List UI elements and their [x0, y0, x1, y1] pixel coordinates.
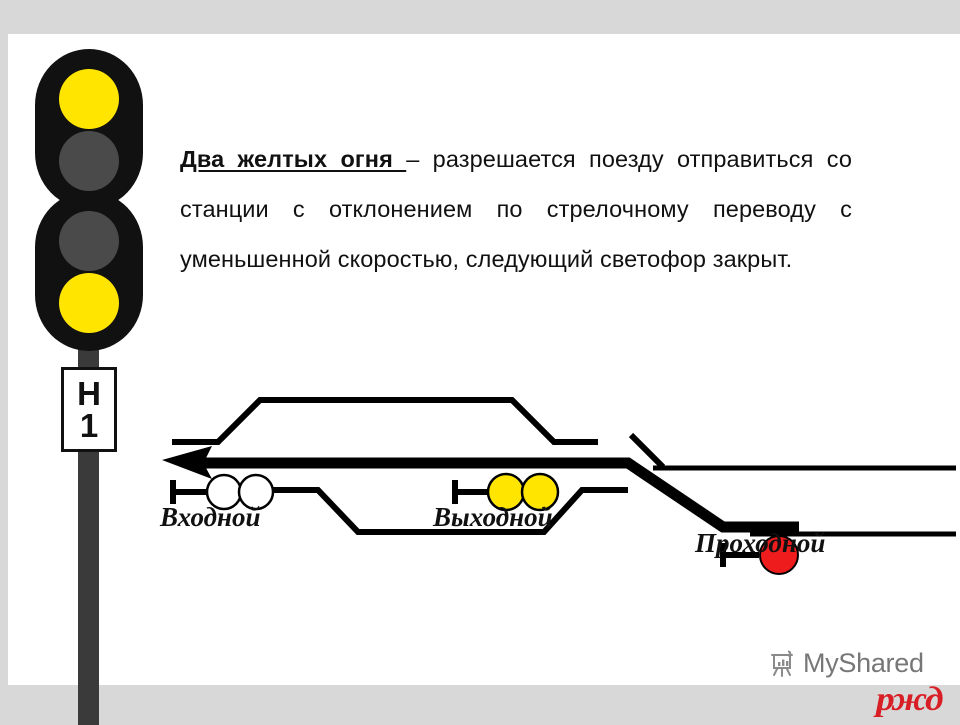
track-schematic-svg: [162, 397, 956, 575]
label-entry-signal: Входной: [160, 502, 261, 532]
signal-head-lower: [35, 191, 143, 351]
myshared-watermark: MyShared: [770, 648, 924, 679]
myshared-label: MyShared: [803, 648, 924, 678]
signal-identification-plate: Н 1: [61, 367, 117, 452]
upper-siding-track: [172, 397, 598, 445]
mast-signal-illustration: Н 1: [28, 45, 148, 725]
plate-letter: Н: [77, 374, 101, 412]
label-exit-signal: Выходной: [433, 502, 553, 532]
label-block-signal: Проходной: [695, 528, 826, 558]
signal-head-upper: [35, 49, 143, 209]
lamp-lower-bottom-yellow: [59, 273, 119, 333]
rzd-logo-watermark: ржд: [876, 681, 944, 718]
signal-description-text: Два желтых огня – разрешается поезду отп…: [180, 134, 852, 284]
description-lead: Два желтых огня: [180, 146, 407, 172]
slide-canvas: Н 1 Два желтых огня – разрешается поезду…: [0, 0, 960, 725]
presentation-board-icon: [771, 650, 793, 677]
lamp-upper-bottom-off: [59, 131, 119, 191]
slide-page-area: [8, 34, 960, 685]
plate-number: 1: [79, 406, 99, 444]
lamp-lower-top-off: [59, 211, 119, 271]
track-schematic: Входной Выходной Проходной: [150, 380, 960, 580]
lamp-upper-top-yellow: [59, 69, 119, 129]
